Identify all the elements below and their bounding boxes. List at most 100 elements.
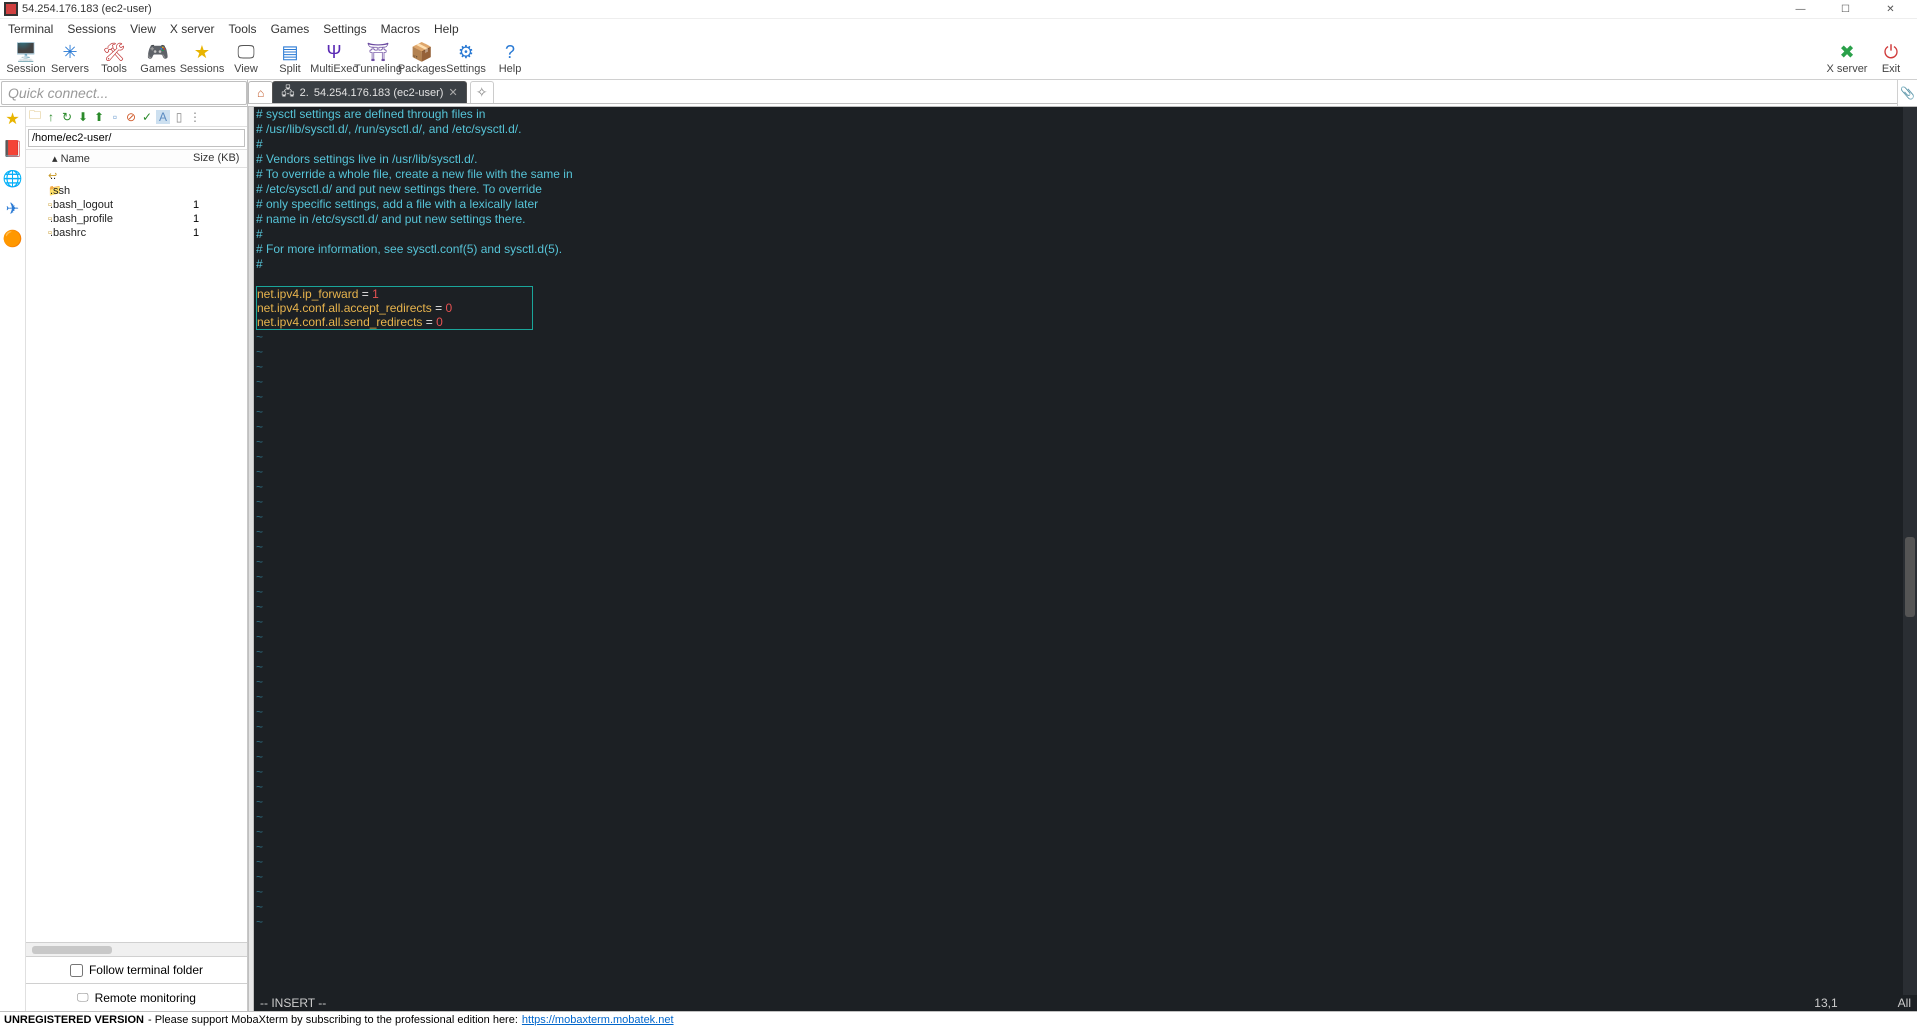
file-row[interactable]: 📁.ssh — [26, 183, 247, 198]
file-row[interactable]: ↩.. — [26, 168, 247, 183]
folder-icon[interactable]: 🗀 — [28, 106, 42, 127]
up-icon[interactable]: ↑ — [44, 110, 58, 124]
props-icon[interactable]: ▯ — [172, 110, 186, 124]
menubar: Terminal Sessions View X server Tools Ga… — [0, 18, 1917, 38]
toolbar-label: Split — [279, 63, 300, 75]
file-icon: ▫ — [30, 199, 48, 211]
file-row[interactable]: ▫.bashrc1 — [26, 226, 247, 240]
newfile-icon[interactable]: ▫ — [108, 110, 122, 124]
col-size[interactable]: Size (KB) — [189, 150, 247, 167]
sidebar-hscroll[interactable] — [26, 942, 247, 956]
follow-terminal-checkbox[interactable] — [70, 964, 83, 977]
menu-xserver[interactable]: X server — [170, 22, 215, 36]
toolbar-multiexec-button[interactable]: ΨMultiExec — [312, 43, 356, 75]
toolbar-help-button[interactable]: ?Help — [488, 43, 532, 75]
vim-cursor-pos: 13,1 — [1814, 996, 1837, 1010]
toolbar-settings-button[interactable]: ⚙Settings — [444, 43, 488, 75]
help-icon: ? — [505, 43, 515, 63]
file-size: 1 — [193, 199, 243, 211]
file-list[interactable]: ▴ Name Size (KB) ↩..📁.ssh▫.bash_logout1▫… — [26, 149, 247, 942]
toolbar-exit-button[interactable]: ⏻Exit — [1869, 43, 1913, 75]
toolbar-servers-button[interactable]: ✳Servers — [48, 43, 92, 75]
menu-help[interactable]: Help — [434, 22, 459, 36]
toolbar-tunneling-button[interactable]: ⛩Tunneling — [356, 43, 400, 75]
strip-favorites-icon[interactable]: ★ — [5, 109, 19, 129]
menu-tools[interactable]: Tools — [229, 22, 257, 36]
footer: UNREGISTERED VERSION - Please support Mo… — [0, 1011, 1917, 1027]
upload-icon[interactable]: ⬆ — [92, 110, 106, 124]
toolbar-label: Tunneling — [354, 63, 402, 75]
toolbar-session-button[interactable]: 🖥️Session — [4, 43, 48, 75]
window-title: 54.254.176.183 (ec2-user) — [22, 3, 152, 15]
file-name: .bashrc — [48, 227, 193, 239]
exit-icon: ⏻ — [1884, 43, 1898, 63]
left-strip: ★ 📕 🌐 ✈ 🟠 — [0, 107, 26, 1011]
servers-icon: ✳ — [62, 43, 77, 63]
minimize-button[interactable]: — — [1778, 0, 1823, 18]
file-name: .. — [48, 170, 193, 182]
toolbar-label: Settings — [446, 63, 486, 75]
menu-settings[interactable]: Settings — [323, 22, 366, 36]
menu-games[interactable]: Games — [271, 22, 310, 36]
tabbar: ⌂ 🖧 2. 54.254.176.183 (ec2-user) ✕ ✧ — [248, 80, 1897, 104]
close-button[interactable]: ✕ — [1868, 0, 1913, 18]
terminal-icon: 🖧 — [281, 82, 294, 103]
main-toolbar: 🖥️Session✳Servers🛠Tools🎮Games★Sessions🖵V… — [0, 38, 1917, 80]
file-icon: ↩ — [30, 169, 48, 182]
toolbar-packages-button[interactable]: 📦Packages — [400, 43, 444, 75]
toolbar-label: Exit — [1882, 63, 1900, 75]
toolbar-x-server-button[interactable]: ✖X server — [1825, 43, 1869, 75]
menu-sessions[interactable]: Sessions — [67, 22, 116, 36]
attach-icon[interactable]: 📎 — [1897, 80, 1917, 106]
toolbar-sessions-button[interactable]: ★Sessions — [180, 43, 224, 75]
refresh-icon[interactable]: ↻ — [60, 110, 74, 124]
find-icon[interactable]: ✓ — [140, 110, 154, 124]
sftp-path-row — [26, 127, 247, 149]
tools-icon: 🛠 — [103, 43, 126, 63]
toolbar-games-button[interactable]: 🎮Games — [136, 43, 180, 75]
strip-sftp-icon[interactable]: 🌐 — [3, 169, 23, 189]
terminal[interactable]: # sysctl settings are defined through fi… — [254, 107, 1917, 995]
file-name: .ssh — [48, 185, 193, 197]
download-icon[interactable]: ⬇ — [76, 110, 90, 124]
file-name: .bash_logout — [48, 199, 193, 211]
file-icon: ▫ — [30, 213, 48, 225]
toolbar-tools-button[interactable]: 🛠Tools — [92, 43, 136, 75]
col-name[interactable]: ▴ Name — [26, 150, 189, 167]
more-icon[interactable]: ⋮ — [188, 110, 202, 124]
menu-terminal[interactable]: Terminal — [8, 22, 53, 36]
packages-icon: 📦 — [411, 43, 433, 63]
settings-icon: ⚙ — [458, 43, 474, 63]
strip-macros-icon[interactable]: 📕 — [3, 139, 23, 159]
menu-macros[interactable]: Macros — [381, 22, 420, 36]
menu-view[interactable]: View — [130, 22, 156, 36]
follow-terminal-row[interactable]: Follow terminal folder — [26, 956, 247, 983]
sftp-path-input[interactable] — [28, 129, 245, 147]
footer-link[interactable]: https://mobaxterm.mobatek.net — [522, 1014, 674, 1026]
toolbar-view-button[interactable]: 🖵View — [224, 43, 268, 75]
tab-label: 54.254.176.183 (ec2-user) — [314, 87, 444, 99]
strip-dot-icon[interactable]: 🟠 — [3, 229, 23, 249]
view-icon: 🖵 — [237, 43, 254, 63]
terminal-scrollbar[interactable] — [1903, 107, 1917, 995]
tab-session-active[interactable]: 🖧 2. 54.254.176.183 (ec2-user) ✕ — [272, 81, 466, 103]
tab-add-button[interactable]: ✧ — [470, 81, 494, 103]
toolbar-label: Session — [6, 63, 45, 75]
toolbar-label: MultiExec — [310, 63, 358, 75]
strip-send-icon[interactable]: ✈ — [6, 199, 19, 219]
quick-connect-input[interactable]: Quick connect... — [1, 81, 247, 105]
toolbar-label: Games — [140, 63, 175, 75]
follow-terminal-label: Follow terminal folder — [89, 963, 203, 977]
file-row[interactable]: ▫.bash_profile1 — [26, 212, 247, 226]
maximize-button[interactable]: ☐ — [1823, 0, 1868, 18]
tab-home[interactable]: ⌂ — [248, 81, 273, 103]
remote-monitoring-row[interactable]: 🖵 Remote monitoring — [26, 983, 247, 1011]
edit-icon[interactable]: A — [156, 110, 170, 124]
tab-close-icon[interactable]: ✕ — [448, 86, 457, 99]
toolbar-split-button[interactable]: ▤Split — [268, 43, 312, 75]
delete-icon[interactable]: ⊘ — [124, 110, 138, 124]
tab-number: 2. — [300, 87, 309, 99]
remote-monitoring-label: Remote monitoring — [95, 991, 196, 1005]
toolbar-label: Packages — [398, 63, 446, 75]
file-row[interactable]: ▫.bash_logout1 — [26, 198, 247, 212]
